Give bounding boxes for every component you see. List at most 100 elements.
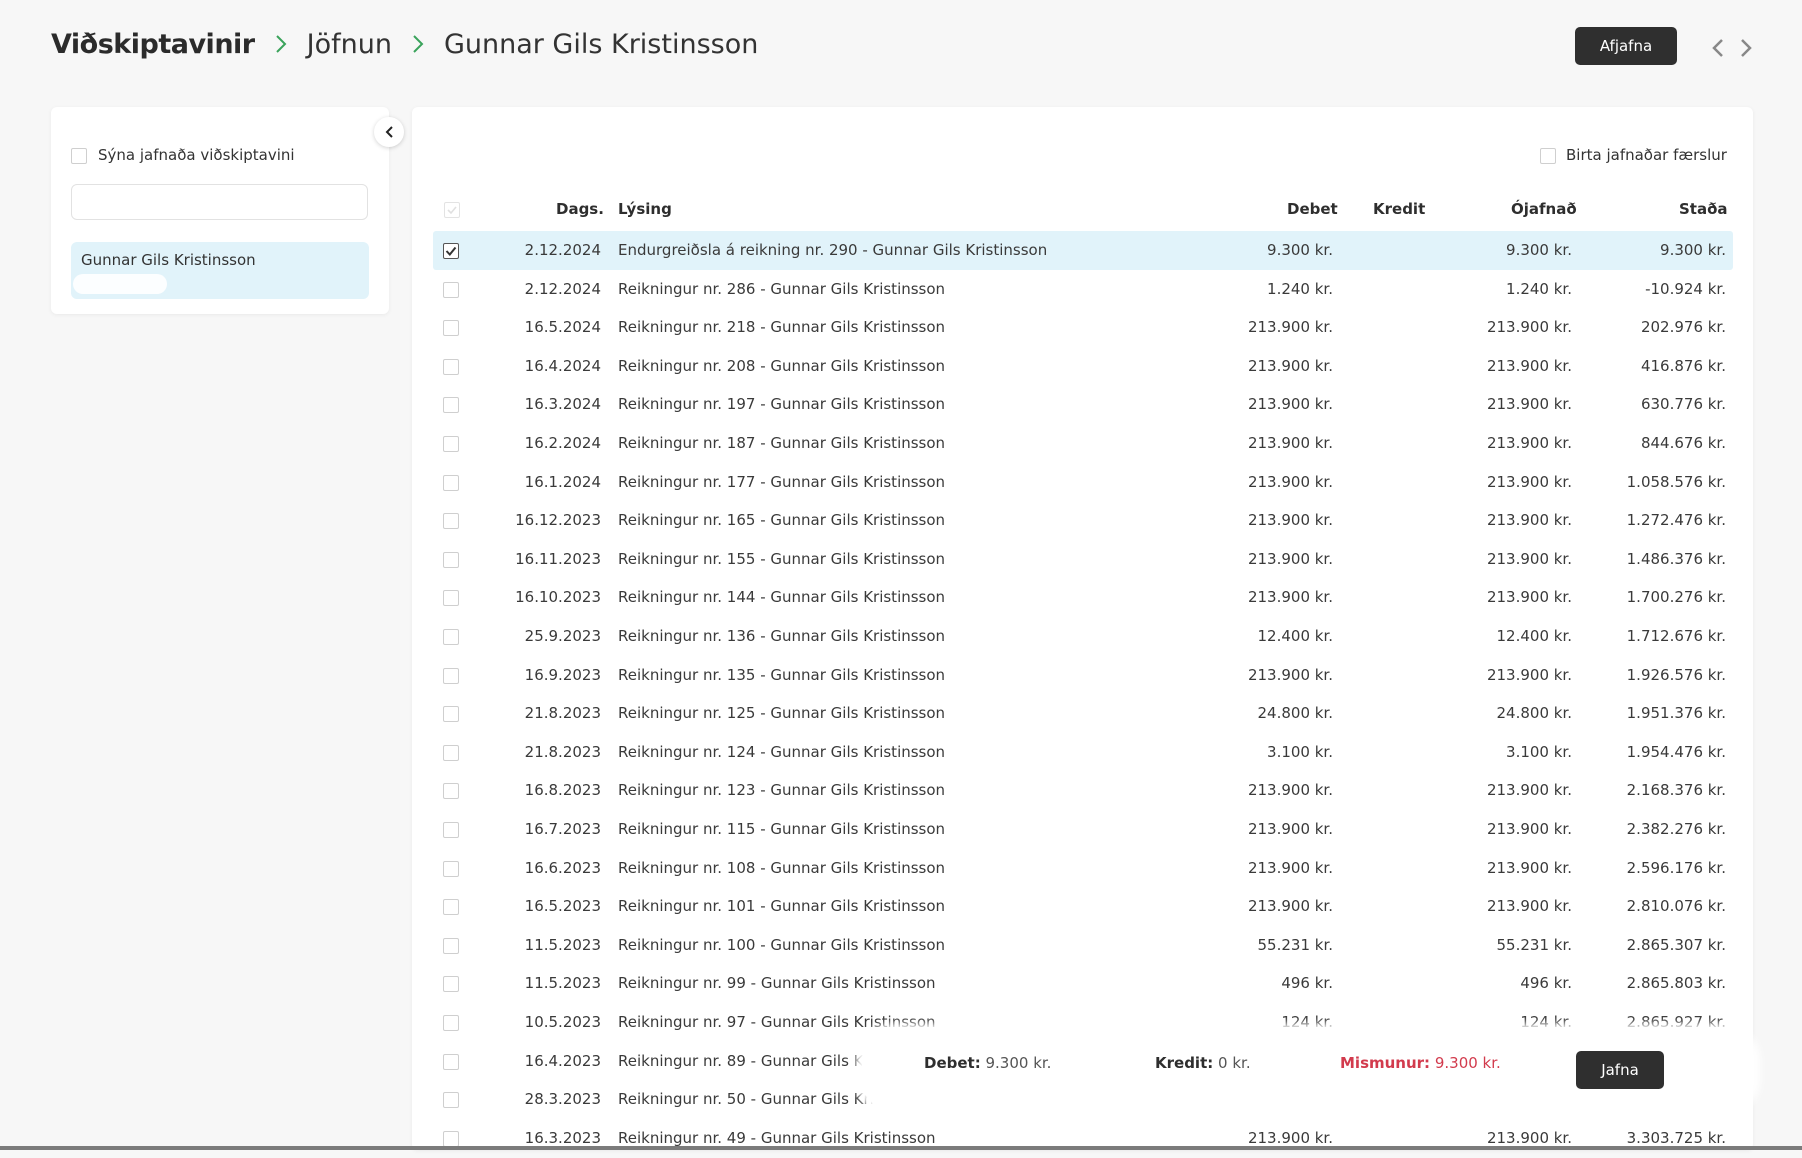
table-row[interactable]: 16.8.2023 Reikningur nr. 123 - Gunnar Gil… (433, 771, 1733, 810)
row-checkbox[interactable] (443, 1015, 459, 1031)
table-row[interactable]: 16.3.2024 Reikningur nr. 197 - Gunnar Gil… (433, 385, 1733, 424)
row-date: 25.9.2023 (524, 627, 601, 645)
row-description: Reikningur nr. 97 - Gunnar Gils Kristins… (618, 1013, 936, 1031)
table-row[interactable]: 16.5.2024 Reikningur nr. 218 - Gunnar Gil… (433, 308, 1733, 347)
row-checkbox[interactable] (443, 1130, 459, 1147)
row-checkbox[interactable] (443, 436, 459, 452)
row-unsettled: 496 kr. (1520, 974, 1572, 993)
column-header-balance[interactable]: Staða (1679, 200, 1728, 218)
row-balance: 1.272.476 kr. (1626, 511, 1726, 530)
row-description: Reikningur nr. 101 - Gunnar Gils Kristin… (618, 897, 946, 916)
table-row[interactable]: 11.5.2023 Reikningur nr. 99 - Gunnar Gils… (433, 964, 1733, 1003)
row-date: 16.12.2023 (515, 511, 601, 530)
select-all-checkbox[interactable] (444, 202, 460, 218)
column-header-debet[interactable]: Debet (1287, 200, 1338, 218)
table-row[interactable]: 16.12.2023 Reikningur nr. 165 - Gunnar Gi… (433, 501, 1733, 540)
chevron-left-icon[interactable] (1707, 36, 1729, 60)
row-checkbox[interactable] (443, 629, 459, 645)
row-date: 16.3.2024 (524, 395, 601, 414)
row-debet: 496 kr. (1281, 974, 1333, 993)
row-checkbox[interactable] (443, 397, 459, 414)
show-settled-customers-checkbox[interactable] (71, 148, 87, 164)
table-row[interactable]: 16.2.2024 Reikningur nr. 187 - Gunnar Gil… (433, 424, 1733, 463)
row-checkbox[interactable] (443, 590, 459, 607)
jafna-button[interactable]: Jafna (1576, 1051, 1664, 1089)
row-checkbox[interactable] (443, 860, 459, 877)
row-checkbox[interactable] (443, 281, 459, 298)
row-date: 16.7.2023 (524, 820, 601, 838)
row-date: 16.8.2023 (524, 781, 601, 800)
table-row[interactable]: 2.12.2024 Endurgreiðsla á reikning nr. 29… (433, 231, 1733, 270)
table-row[interactable]: 16.6.2023 Reikningur nr. 108 - Gunnar Gil… (433, 849, 1733, 888)
breadcrumb-reconciliation[interactable]: Jöfnun (307, 29, 392, 60)
table-row[interactable]: 25.9.2023 Reikningur nr. 136 - Gunnar Gil… (433, 617, 1733, 656)
row-description: Reikningur nr. 100 - Gunnar Gils Kristin… (618, 935, 946, 954)
row-checkbox[interactable] (443, 1092, 459, 1109)
afjafna-button[interactable]: Afjafna (1575, 27, 1677, 65)
row-debet: 213.900 kr. (1247, 897, 1333, 916)
row-debet: 9.300 kr. (1267, 241, 1333, 259)
row-checkbox[interactable] (443, 358, 459, 375)
row-description: Reikningur nr. 187 - Gunnar Gils Kristin… (618, 434, 946, 452)
table-row[interactable]: 16.1.2024 Reikningur nr. 177 - Gunnar Gil… (433, 463, 1733, 502)
row-checkbox[interactable] (443, 744, 459, 761)
breadcrumb: Viðskiptavinir Jöfnun Gunnar Gils Kristi… (51, 24, 758, 64)
summary-debet: Debet: 9.300 kr. (924, 1054, 1051, 1072)
column-header-kredit[interactable]: Kredit (1373, 200, 1425, 218)
row-checkbox[interactable] (443, 513, 459, 530)
table-row[interactable]: 21.8.2023 Reikningur nr. 125 - Gunnar Gil… (433, 694, 1733, 733)
row-checkbox[interactable] (443, 320, 459, 337)
row-checkbox[interactable] (443, 706, 459, 723)
row-date: 10.5.2023 (524, 1013, 601, 1031)
table-row[interactable]: 16.10.2023 Reikningur nr. 144 - Gunnar Gi… (433, 578, 1733, 617)
show-settled-transactions-checkbox[interactable] (1540, 148, 1556, 164)
row-description: Reikningur nr. 124 - Gunnar Gils Kristin… (618, 742, 946, 761)
row-checkbox[interactable] (443, 899, 459, 916)
row-checkbox[interactable] (443, 976, 459, 993)
row-checkbox[interactable] (443, 243, 459, 259)
row-description: Reikningur nr. 125 - Gunnar Gils Kristin… (618, 704, 946, 723)
row-balance: 1.712.676 kr. (1626, 627, 1726, 645)
row-debet: 213.900 kr. (1247, 1128, 1333, 1147)
row-date: 21.8.2023 (524, 742, 601, 761)
table-row[interactable]: 16.11.2023 Reikningur nr. 155 - Gunnar Gi… (433, 540, 1733, 579)
row-checkbox[interactable] (443, 937, 459, 954)
row-balance: 1.926.576 kr. (1626, 665, 1726, 684)
row-date: 11.5.2023 (524, 935, 601, 954)
row-checkbox[interactable] (443, 822, 459, 838)
column-header-description[interactable]: Lýsing (618, 200, 672, 218)
table-row[interactable]: 11.5.2023 Reikningur nr. 100 - Gunnar Gil… (433, 926, 1733, 965)
column-header-date[interactable]: Dags. (556, 200, 604, 218)
row-unsettled: 3.100 kr. (1506, 742, 1572, 761)
row-debet: 213.900 kr. (1247, 434, 1333, 452)
row-checkbox[interactable] (443, 667, 459, 684)
row-unsettled: 213.900 kr. (1486, 781, 1572, 800)
row-checkbox[interactable] (443, 474, 459, 491)
column-header-unsettled[interactable]: Ójafnað (1511, 200, 1577, 218)
customer-search-input[interactable] (71, 184, 368, 220)
table-row[interactable]: 2.12.2024 Reikningur nr. 286 - Gunnar Gil… (433, 270, 1733, 309)
row-debet: 24.800 kr. (1257, 704, 1334, 723)
row-checkbox[interactable] (443, 783, 459, 800)
table-row[interactable]: 16.9.2023 Reikningur nr. 135 - Gunnar Gil… (433, 656, 1733, 695)
row-unsettled: 213.900 kr. (1486, 356, 1572, 375)
row-date: 16.10.2023 (515, 588, 601, 607)
table-row[interactable]: 21.8.2023 Reikningur nr. 124 - Gunnar Gil… (433, 733, 1733, 772)
sidebar-item-customer[interactable]: Gunnar Gils Kristinsson (71, 242, 369, 299)
table-row[interactable]: 16.7.2023 Reikningur nr. 115 - Gunnar Gil… (433, 810, 1733, 849)
table-row[interactable]: 16.5.2023 Reikningur nr. 101 - Gunnar Gil… (433, 887, 1733, 926)
row-checkbox[interactable] (443, 551, 459, 568)
row-unsettled: 213.900 kr. (1486, 395, 1572, 414)
breadcrumb-customers[interactable]: Viðskiptavinir (51, 29, 255, 60)
chevron-left-icon (385, 126, 393, 138)
table-row[interactable]: 16.3.2023 Reikningur nr. 49 - Gunnar Gils… (433, 1119, 1733, 1158)
row-debet: 213.900 kr. (1247, 395, 1333, 414)
row-description: Reikningur nr. 108 - Gunnar Gils Kristin… (618, 858, 946, 877)
collapse-sidebar-button[interactable] (374, 117, 404, 147)
customer-name: Gunnar Gils Kristinsson (81, 251, 256, 269)
table-row[interactable]: 16.4.2024 Reikningur nr. 208 - Gunnar Gil… (433, 347, 1733, 386)
row-checkbox[interactable] (443, 1053, 459, 1070)
show-settled-customers-label: Sýna jafnaða viðskiptavini (98, 146, 295, 164)
row-balance: 1.486.376 kr. (1626, 549, 1726, 568)
chevron-right-icon[interactable] (1735, 36, 1757, 60)
